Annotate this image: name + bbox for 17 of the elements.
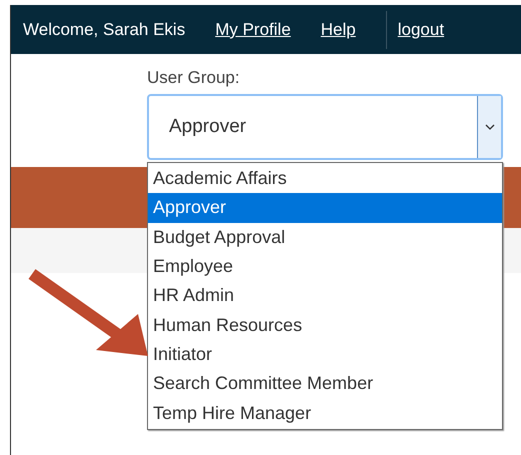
welcome-text: Welcome, Sarah Ekis [23,18,186,41]
nav-link[interactable]: logout [398,16,444,42]
dropdown-option[interactable]: Approver [148,193,502,223]
nav-link[interactable]: My Profile [215,16,291,42]
select-field[interactable]: Approver [147,94,503,160]
dropdown-option[interactable]: Academic Affairs [148,164,502,194]
dropdown-option[interactable]: Initiator [148,340,502,370]
dropdown-option[interactable]: Search Committee Member [148,369,502,398]
dropdown-option[interactable]: Employee [148,252,502,282]
field-label: User Group: [147,67,241,89]
dropdown-option[interactable]: HR Admin [148,281,502,310]
select-value: Approver [168,114,248,139]
dropdown-option[interactable]: Temp Hire Manager [148,398,502,428]
chevron-down-icon [484,124,494,130]
dropdown-option[interactable]: Human Resources [148,310,502,340]
nav-link[interactable]: Help [320,16,356,42]
dropdown-option[interactable]: Budget Approval [148,222,502,252]
